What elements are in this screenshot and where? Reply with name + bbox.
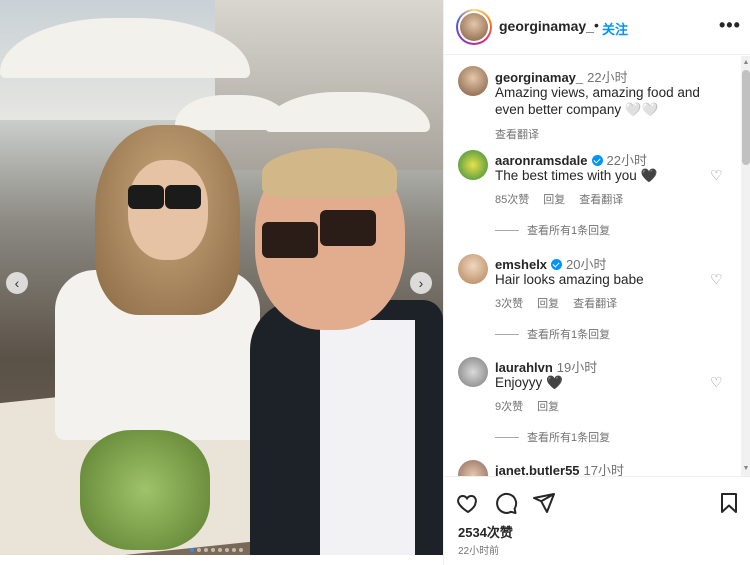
view-replies-label: 查看所有1条回复 xyxy=(527,225,611,237)
carousel-dot xyxy=(190,548,194,552)
chevron-left-icon: ‹ xyxy=(14,275,20,291)
reply-button[interactable]: 回复 xyxy=(537,295,559,311)
more-options-icon[interactable]: ••• xyxy=(719,15,741,36)
likes-count[interactable]: 2534次赞 xyxy=(458,522,513,541)
post-time: 22小时前 xyxy=(458,546,500,557)
translate-link[interactable]: 查看翻译 xyxy=(579,191,623,207)
view-replies-button[interactable]: 查看所有1条回复 xyxy=(495,429,610,445)
caption-meta: 查看翻译 xyxy=(495,126,539,142)
carousel-prev-button[interactable]: ‹ xyxy=(6,272,28,294)
carousel-dot xyxy=(225,548,229,552)
comment-time: 22小时 xyxy=(606,153,647,168)
comment-like-icon[interactable]: ♡ xyxy=(710,374,723,391)
reply-button[interactable]: 回复 xyxy=(543,191,565,207)
carousel-indicator xyxy=(190,548,243,552)
scroll-down-icon[interactable]: ▼ xyxy=(741,464,750,474)
comment-text: Enjoyyy 🖤 xyxy=(495,375,563,390)
send-icon[interactable] xyxy=(532,491,556,515)
translate-link[interactable]: 查看翻译 xyxy=(573,295,617,311)
photo-building xyxy=(215,0,443,170)
carousel-dot xyxy=(232,548,236,552)
chevron-right-icon: › xyxy=(418,275,424,291)
carousel-dot xyxy=(239,548,243,552)
comment-time: 19小时 xyxy=(556,360,598,375)
author-avatar[interactable] xyxy=(456,9,492,45)
comment-username[interactable]: aaronramsdale xyxy=(495,153,588,168)
comment-like-icon[interactable]: ♡ xyxy=(710,167,723,184)
caption-time: 22小时 xyxy=(587,70,628,85)
verified-badge-icon xyxy=(551,259,563,270)
comment-meta: 3次赞 回复 查看翻译 xyxy=(495,295,617,311)
carousel-dot xyxy=(197,548,201,552)
photo-sunglasses xyxy=(262,222,318,258)
instagram-post-view: ‹ › georginamay_ • 关注 ••• georginamay_ 22… xyxy=(0,0,750,565)
comments-scrollbar[interactable]: ▲ ▼ xyxy=(741,56,750,476)
carousel-dot xyxy=(211,548,215,552)
comment-text: Hair looks amazing babe xyxy=(495,272,644,287)
comment-icon[interactable] xyxy=(494,491,518,515)
comment-username[interactable]: emshelx xyxy=(495,257,547,272)
comment-username[interactable]: janet.butler55 xyxy=(495,463,580,476)
view-replies-label: 查看所有1条回复 xyxy=(527,432,611,444)
comment-meta: 85次赞 回复 查看翻译 xyxy=(495,191,623,207)
comment-likes[interactable]: 9次赞 xyxy=(495,398,523,414)
comment-time: 20小时 xyxy=(566,257,607,272)
comments-list[interactable]: georginamay_ 22小时 Amazing views, amazing … xyxy=(444,56,742,476)
photo-food xyxy=(80,430,210,550)
photo-sunglasses xyxy=(320,210,376,246)
bookmark-icon[interactable] xyxy=(717,491,741,515)
avatar[interactable] xyxy=(458,357,488,387)
separator-dot: • xyxy=(594,17,599,33)
author-username[interactable]: georginamay_ xyxy=(499,18,594,34)
verified-badge-icon xyxy=(591,155,603,166)
comment-username-line: janet.butler55 17小时 xyxy=(495,460,624,476)
view-replies-button[interactable]: 查看所有1条回复 xyxy=(495,326,610,342)
photo-man-shirt xyxy=(320,320,415,555)
reply-button[interactable]: 回复 xyxy=(537,398,559,414)
post-side-panel: georginamay_ • 关注 ••• georginamay_ 22小时 A… xyxy=(443,0,750,565)
comment-likes[interactable]: 3次赞 xyxy=(495,295,523,311)
caption-username[interactable]: georginamay_ xyxy=(495,70,583,85)
avatar[interactable] xyxy=(458,66,488,96)
view-replies-button[interactable]: 查看所有1条回复 xyxy=(495,222,610,238)
carousel-dot xyxy=(218,548,222,552)
photo-woman-face xyxy=(128,160,208,260)
avatar[interactable] xyxy=(458,150,488,180)
caption-text: Amazing views, amazing food and even bet… xyxy=(495,85,700,117)
translate-link[interactable]: 查看翻译 xyxy=(495,126,539,142)
avatar[interactable] xyxy=(458,254,488,284)
scrollbar-thumb[interactable] xyxy=(742,70,750,165)
carousel-next-button[interactable]: › xyxy=(410,272,432,294)
comment-like-icon[interactable]: ♡ xyxy=(710,271,723,288)
post-photo[interactable]: ‹ › xyxy=(0,0,443,555)
photo-man-hair xyxy=(262,148,397,198)
view-replies-label: 查看所有1条回复 xyxy=(527,329,611,341)
comment-meta: 9次赞 回复 xyxy=(495,398,559,414)
follow-button[interactable]: 关注 xyxy=(602,19,628,38)
avatar[interactable] xyxy=(458,460,488,476)
post-header: georginamay_ • 关注 ••• xyxy=(444,0,750,55)
comment-text: The best times with you 🖤 xyxy=(495,168,658,183)
photo-sunglasses xyxy=(128,185,164,209)
comment-username[interactable]: laurahlvn xyxy=(495,360,553,375)
heart-outline-icon[interactable] xyxy=(456,491,480,515)
photo-sunglasses xyxy=(165,185,201,209)
post-actions: 2534次赞 22小时前 xyxy=(444,476,750,565)
scroll-up-icon[interactable]: ▲ xyxy=(741,58,750,68)
carousel-dot xyxy=(204,548,208,552)
comment-time: 17小时 xyxy=(583,463,624,476)
comment-likes[interactable]: 85次赞 xyxy=(495,191,529,207)
